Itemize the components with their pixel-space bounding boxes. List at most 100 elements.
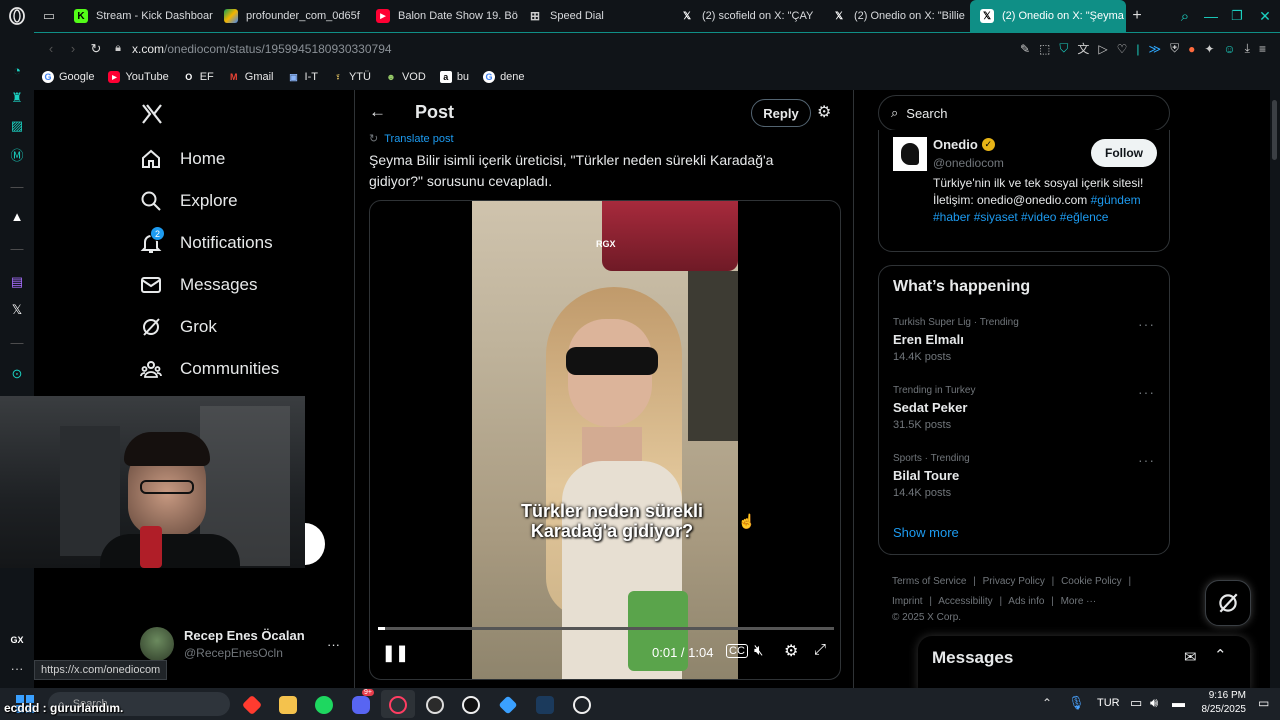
footer-accessibility-link[interactable]: Accessibility [938,596,992,607]
spotify-icon[interactable] [315,696,333,714]
footer-terms-link[interactable]: Terms of Service [892,576,966,587]
profile-name[interactable]: Onedio [933,137,978,152]
gear-app-icon[interactable] [573,696,591,714]
send-icon[interactable]: ▷ [1098,42,1107,56]
gx-hot-tabs-icon[interactable]: ♜ [9,90,25,106]
messages-drawer[interactable]: Messages ✉ ⌃ [918,636,1250,692]
sliders-icon[interactable]: ⚙︎ [817,102,831,122]
new-tab-button[interactable]: + [1126,7,1148,25]
tab-youtube[interactable]: ▶ Balon Date Show 19. Bö [366,0,518,32]
taskbar-red-app-icon[interactable] [241,694,263,716]
onedio-avatar[interactable] [893,137,927,171]
notifications-icon[interactable]: ▭ [1258,696,1269,710]
url-field[interactable]: x.com/onediocom/status/19599451809303307… [132,42,392,56]
x-icon[interactable]: 𝕏 [9,302,25,318]
trend-item[interactable]: Sports · Trending Bilal Toure 14.4K post… [893,453,1155,499]
obs-icon[interactable] [426,696,444,714]
more-icon[interactable]: ··· [1138,384,1155,400]
pause-button[interactable]: ❚❚ [382,643,409,663]
gx-a-icon[interactable]: ▲ [9,208,25,224]
language-indicator[interactable]: TUR [1097,697,1120,709]
mute-icon[interactable]: 🔇︎ [754,642,763,659]
grok-floating-button[interactable] [1205,580,1251,626]
fullscreen-icon[interactable]: ⤢ [814,641,826,658]
tab-drive[interactable]: profounder_com_0d65f [214,0,366,32]
more-icon[interactable]: ··· [327,637,340,652]
gx-limiter-icon[interactable]: ▨ [9,118,25,134]
footer-more-link[interactable]: More ··· [1061,596,1097,607]
tray-chevron-icon[interactable]: ⌃ [1042,696,1052,710]
bookmark-youtube[interactable]: ▶ YouTube [108,71,169,83]
g-app-icon[interactable] [462,696,480,714]
trend-item[interactable]: Turkish Super Lig · Trending Eren Elmalı… [893,317,1155,363]
discord-icon[interactable]: 9+ [352,689,374,714]
settings-gear-icon[interactable]: ⚙︎ [784,641,798,661]
more-icon[interactable]: ··· [1138,452,1155,468]
tab-manager-icon[interactable]: ▭ [34,0,64,32]
clock[interactable]: 9:16 PM 8/25/2025 [1196,689,1247,717]
bookmark-dene[interactable]: Gdene [483,71,525,83]
opera-gx-logo-icon[interactable] [0,0,34,32]
restore-button[interactable]: ❐ [1224,8,1250,24]
footer-ads-link[interactable]: Ads info [1008,596,1044,607]
profile-icon[interactable]: ☺ [1223,42,1235,56]
snapshot-icon[interactable]: ⬚ [1039,42,1050,56]
tab-x-onedio-billie[interactable]: 𝕏 (2) Onedio on X: "Billie [822,0,970,32]
captions-icon[interactable]: CC [726,644,748,658]
x-logo-icon[interactable] [140,102,166,128]
video-player[interactable]: RGX Türkler neden sürekli Karadağ'a gidi… [369,200,841,680]
bookmark-ytu[interactable]: ፣ YTÜ [332,71,371,83]
bookmark-vod[interactable]: ☻ VOD [385,71,426,83]
gx-m-icon[interactable]: Ⓜ [9,146,25,163]
audio-app-icon[interactable] [536,696,554,714]
new-message-icon[interactable]: ✉ [1184,648,1197,666]
reply-button[interactable]: Reply [751,99,811,127]
nav-grok[interactable]: Grok [140,316,217,338]
back-button[interactable]: ‹ [40,41,62,56]
nav-messages[interactable]: Messages [140,274,257,296]
nav-communities[interactable]: Communities [140,358,279,380]
microphone-icon[interactable]: 🎙︎ [1068,695,1085,711]
pin-icon[interactable]: ✎ [1020,42,1030,56]
show-more-link[interactable]: Show more [893,525,959,540]
scrollbar-thumb[interactable] [1272,100,1277,160]
battery-icon[interactable]: ▬ [1172,695,1185,710]
trend-item[interactable]: Trending in Turkey Sedat Peker 31.5K pos… [893,385,1155,431]
search-tabs-icon[interactable]: ⌕ [1172,8,1198,25]
tab-speed-dial[interactable]: ⊞ Speed Dial [518,0,670,32]
nav-explore[interactable]: Explore [140,190,238,212]
gx-label-icon[interactable]: GX [9,632,25,648]
heart-icon[interactable]: ♡ [1117,42,1128,56]
menu-icon[interactable]: ≡ [1259,42,1266,56]
more-icon[interactable]: ··· [1138,316,1155,332]
display-icon[interactable]: ▭ [1130,695,1142,711]
volume-icon[interactable]: 🔊︎ [1150,695,1158,711]
tab-x-scofield[interactable]: 𝕏 (2) scofield on X: "ÇAY [670,0,822,32]
tab-x-onedio-seyma[interactable]: 𝕏 (2) Onedio on X: "Şeyma [970,0,1126,32]
footer-cookie-link[interactable]: Cookie Policy [1061,576,1122,587]
account-switcher[interactable]: Recep Enes Öcalan @RecepEnesOcln ··· [140,624,340,664]
footer-imprint-link[interactable]: Imprint [892,596,923,607]
bookmark-folder-it[interactable]: ▣ I-T [288,71,318,83]
close-window-button[interactable]: ✕ [1250,8,1280,25]
translate-icon[interactable]: 文 [1077,40,1089,57]
file-explorer-icon[interactable] [279,696,297,714]
rtx-icon[interactable]: ≫ [1149,42,1162,56]
extension-red-icon[interactable]: ● [1188,42,1195,56]
adblock-shield-icon[interactable]: ⛨ [1170,41,1179,56]
translate-post-link[interactable]: ↻ Translate post [369,132,454,146]
bookmark-google[interactable]: G Google [42,71,94,83]
minimize-button[interactable]: — [1198,8,1224,24]
reload-button[interactable]: ↻ [84,41,108,57]
tab-kick[interactable]: K Stream - Kick Dashboar [64,0,214,32]
back-arrow-icon[interactable]: ← [369,102,386,122]
video-progress-track[interactable] [378,627,834,630]
follow-button[interactable]: Follow [1091,139,1157,167]
bookmark-bu[interactable]: a bu [439,71,469,83]
blue-app-icon[interactable] [498,695,518,715]
bookmark-gmail[interactable]: M Gmail [228,71,273,83]
extensions-icon[interactable]: ✦ [1204,42,1214,56]
nav-home[interactable]: Home [140,148,225,170]
bookmark-ef[interactable]: O EF [183,71,214,83]
more-icon[interactable]: ··· [9,660,25,676]
